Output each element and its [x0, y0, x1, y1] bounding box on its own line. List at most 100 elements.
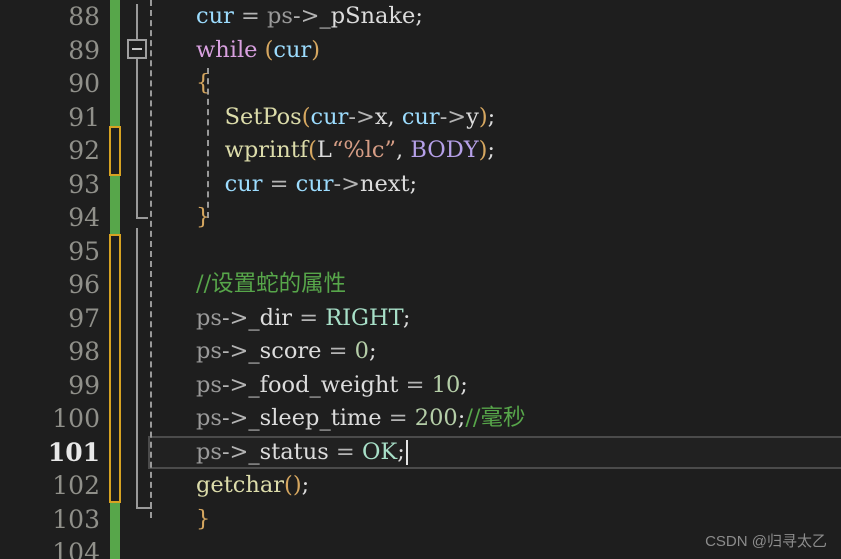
line-number: 94	[68, 203, 100, 232]
line-number: 96	[68, 270, 100, 299]
code-line[interactable]: 98 ps->_score = 0;	[0, 335, 841, 369]
token-param: ps	[196, 438, 222, 465]
token-field: x	[374, 103, 388, 130]
line-number: 97	[68, 303, 100, 333]
code-text[interactable]: SetPos(cur->x, cur->y);	[196, 101, 496, 135]
code-line[interactable]: 91 SetPos(cur->x, cur->y);	[0, 101, 841, 135]
token-punct: ;	[409, 170, 418, 197]
line-number: 91	[68, 102, 100, 132]
token-field: next	[359, 170, 410, 197]
token-punct: ;	[415, 3, 423, 29]
token-op: ->	[221, 338, 249, 364]
code-line[interactable]: 102 getchar();	[0, 469, 841, 503]
token-op: =	[269, 170, 289, 197]
token-num: 0	[354, 338, 369, 364]
token-param: ps	[196, 405, 222, 431]
code-text[interactable]: cur = ps->_pSnake;	[196, 0, 423, 34]
token-op: ->	[221, 438, 249, 465]
token-local: cur	[401, 103, 440, 130]
line-number: 98	[68, 337, 100, 366]
code-text[interactable]: ps->_food_weight = 10;	[196, 369, 468, 403]
line-number: 101	[47, 437, 100, 467]
token-field: y	[466, 103, 479, 130]
token-local: cur	[224, 170, 263, 197]
line-number: 89	[68, 35, 100, 65]
token-punct: ,	[387, 103, 395, 130]
code-text[interactable]: ps->_score = 0;	[196, 335, 377, 369]
code-text[interactable]: {	[196, 67, 210, 101]
token-paren: )	[311, 36, 321, 63]
code-text[interactable]: getchar();	[196, 469, 309, 503]
token-local: cur	[295, 170, 334, 197]
token-field: _pSnake	[319, 3, 416, 29]
token-brace: {	[196, 70, 211, 96]
token-param: ps	[196, 338, 222, 364]
code-text[interactable]: }	[196, 503, 210, 537]
token-op: =	[405, 371, 425, 398]
token-macro: BODY	[410, 137, 479, 163]
code-text[interactable]: //设置蛇的属性	[196, 268, 346, 302]
code-line[interactable]: 94}	[0, 201, 841, 235]
text-caret	[406, 439, 408, 465]
token-comment: //毫秒	[465, 405, 526, 431]
code-line[interactable]: 90 {	[0, 67, 841, 101]
token-field: _score	[248, 338, 322, 364]
code-line[interactable]: 88 cur = ps->_pSnake;	[0, 0, 841, 34]
token-paren: (	[308, 137, 317, 163]
token-num: 10	[431, 371, 461, 398]
code-text[interactable]: while (cur)	[196, 34, 320, 68]
token-str: “%lc”	[331, 137, 397, 163]
code-text[interactable]: cur = cur->next;	[196, 168, 418, 202]
code-line[interactable]: 89 while (cur)	[0, 34, 841, 68]
token-op: =	[328, 338, 348, 364]
token-punct: ;	[397, 438, 405, 465]
code-line[interactable]: 97 ps->_dir = RIGHT;	[0, 302, 841, 336]
token-paren: (	[284, 472, 293, 498]
token-punct: ;	[301, 472, 310, 498]
code-text[interactable]: }	[196, 201, 210, 235]
token-punct: ;	[460, 371, 468, 398]
token-field: L	[316, 137, 332, 163]
token-enum: RIGHT	[325, 304, 403, 331]
code-text[interactable]: ps->_dir = RIGHT;	[196, 302, 410, 336]
token-comment: //设置蛇的属性	[196, 271, 347, 297]
code-line[interactable]: 100 ps->_sleep_time = 200;//毫秒	[0, 402, 841, 436]
code-text[interactable]: wprintf(L“%lc”, BODY);	[196, 134, 495, 168]
code-line[interactable]: 101 ps->_status = OK;	[0, 436, 841, 470]
code-line[interactable]: 92 wprintf(L“%lc”, BODY);	[0, 134, 841, 168]
code-line[interactable]: 99 ps->_food_weight = 10;	[0, 369, 841, 403]
code-line[interactable]: 93 cur = cur->next;	[0, 168, 841, 202]
code-editor[interactable]: 88 cur = ps->_pSnake; 89 while (cur) 90{91 S…	[0, 0, 841, 559]
code-line[interactable]: 96 //设置蛇的属性	[0, 268, 841, 302]
code-text[interactable]: ps->_sleep_time = 200;//毫秒	[196, 402, 525, 436]
code-text[interactable]: ps->_status = OK;	[196, 436, 405, 470]
line-number: 95	[68, 236, 100, 266]
token-func: wprintf	[224, 137, 309, 163]
line-number: 103	[52, 504, 100, 534]
watermark: CSDN @归寻太乙	[705, 533, 827, 550]
token-punct: ;	[368, 338, 377, 364]
token-op: ->	[221, 304, 249, 331]
token-func: SetPos	[224, 103, 302, 130]
token-op: =	[299, 304, 319, 331]
line-number: 104	[52, 538, 100, 559]
code-line[interactable]: 95	[0, 235, 841, 269]
line-number: 93	[68, 169, 100, 199]
token-field: _sleep_time	[248, 405, 382, 431]
token-punct: ;	[487, 137, 495, 163]
